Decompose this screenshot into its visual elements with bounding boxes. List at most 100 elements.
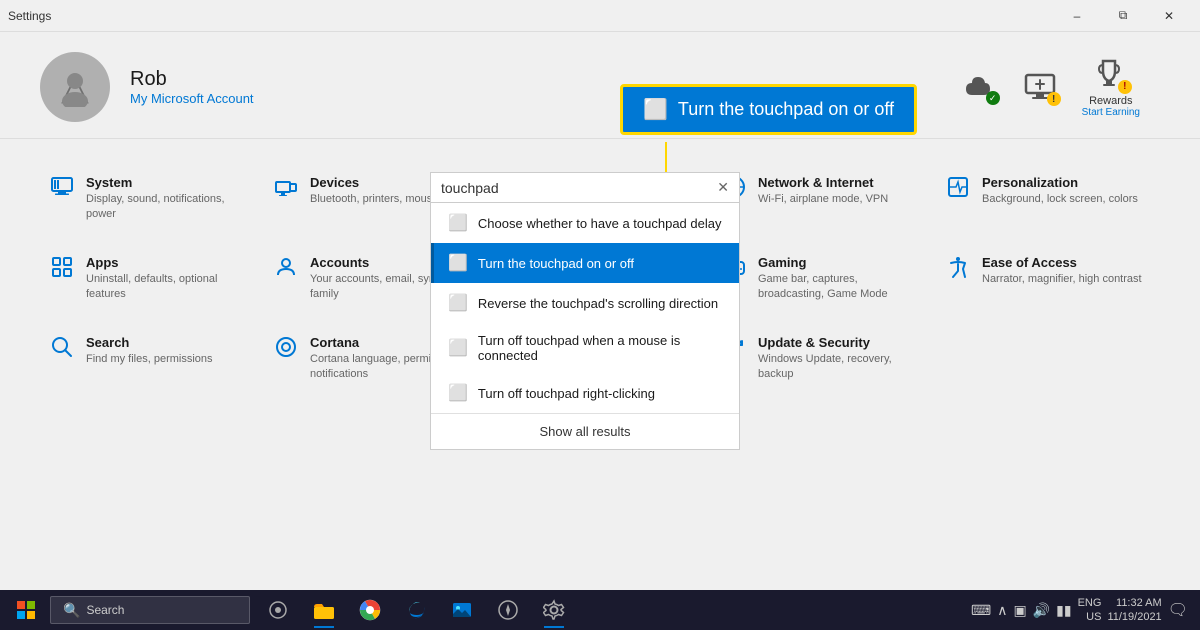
pc-alert-badge: !	[1047, 92, 1061, 106]
grid-subtitle-personalization: Background, lock screen, colors	[982, 192, 1138, 207]
grid-item-apps[interactable]: Apps Uninstall, defaults, optional featu…	[40, 239, 264, 319]
result-text-1: Choose whether to have a touchpad delay	[478, 216, 725, 231]
callout-text: Turn the touchpad on or off	[678, 99, 894, 120]
settings-header: △ Rob My Microsoft Account ✓	[0, 32, 1200, 139]
callout-touchpad-icon: ⬜	[643, 97, 668, 122]
search-icon	[50, 335, 74, 365]
taskbar-battery-icon[interactable]: ▮▮	[1056, 602, 1071, 619]
grid-item-personalization[interactable]: Personalization Background, lock screen,…	[936, 159, 1160, 239]
title-bar-controls: – ⧉ ✕	[1054, 0, 1192, 32]
grid-subtitle-devices: Bluetooth, printers, mouse	[310, 192, 438, 207]
grid-title-personalization: Personalization	[982, 175, 1138, 190]
taskbar-settings-button[interactable]	[532, 590, 576, 630]
close-button[interactable]: ✕	[1146, 0, 1192, 32]
grid-item-gaming[interactable]: Gaming Game bar, captures, broadcasting,…	[712, 239, 936, 319]
result-text-5: Turn off touchpad right-clicking	[478, 386, 725, 401]
start-button[interactable]	[4, 590, 48, 630]
grid-subtitle-gaming: Game bar, captures, broadcasting, Game M…	[758, 272, 926, 303]
result-touchpad-icon-2: ⬜	[448, 253, 468, 273]
user-name: Rob	[130, 68, 254, 91]
search-result-item-3[interactable]: ⬜ Reverse the touchpad's scrolling direc…	[431, 283, 739, 323]
grid-title-devices: Devices	[310, 175, 438, 190]
taskbar-tablet-icon[interactable]: ▣	[1014, 602, 1027, 619]
grid-text-personalization: Personalization Background, lock screen,…	[982, 175, 1138, 207]
grid-title-search: Search	[86, 335, 213, 350]
apps-icon	[50, 255, 74, 285]
taskbar-taskview-button[interactable]	[256, 590, 300, 630]
taskbar-explorer-button[interactable]	[302, 590, 346, 630]
result-touchpad-icon-5: ⬜	[448, 383, 468, 403]
taskbar-search[interactable]: 🔍 Search	[50, 596, 250, 624]
grid-item-update[interactable]: Update & Security Windows Update, recove…	[712, 319, 936, 399]
user-info: Rob My Microsoft Account	[130, 68, 254, 106]
pc-icon-item[interactable]: !	[1022, 69, 1058, 105]
grid-item-network[interactable]: Network & Internet Wi-Fi, airplane mode,…	[712, 159, 936, 239]
grid-title-gaming: Gaming	[758, 255, 926, 270]
grid-subtitle-system: Display, sound, notifications, power	[86, 192, 254, 223]
title-bar: Settings – ⧉ ✕	[0, 0, 1200, 32]
taskbar-notification-icon[interactable]: 🗨	[1168, 600, 1188, 620]
grid-text-update: Update & Security Windows Update, recove…	[758, 335, 926, 383]
grid-text-network: Network & Internet Wi-Fi, airplane mode,…	[758, 175, 888, 207]
search-result-item-active[interactable]: ⬜ Turn the touchpad on or off	[431, 243, 739, 283]
taskbar-chevron-icon[interactable]: ∧	[997, 602, 1007, 619]
search-result-item[interactable]: ⬜ Choose whether to have a touchpad dela…	[431, 203, 739, 243]
pc-icon-wrap: !	[1022, 69, 1058, 105]
search-clear-button[interactable]: ✕	[717, 179, 729, 196]
restore-button[interactable]: ⧉	[1100, 0, 1146, 32]
result-touchpad-icon-3: ⬜	[448, 293, 468, 313]
grid-text-system: System Display, sound, notifications, po…	[86, 175, 254, 223]
taskbar-search-text: Search	[86, 603, 124, 617]
taskbar-photos-button[interactable]	[440, 590, 484, 630]
search-input[interactable]: touchpad	[441, 180, 717, 196]
grid-text-search: Search Find my files, permissions	[86, 335, 213, 367]
explorer-icon	[313, 600, 335, 620]
windows-logo-icon	[17, 601, 35, 619]
search-results-dropdown: ⬜ Choose whether to have a touchpad dela…	[430, 203, 740, 450]
taskbar-clock[interactable]: 11:32 AM 11/19/2021	[1107, 596, 1161, 625]
edge-icon	[405, 599, 427, 621]
taskbar-apps	[256, 590, 576, 630]
taskbar-keyboard-icon[interactable]: ⌨	[971, 602, 991, 619]
grid-text-ease: Ease of Access Narrator, magnifier, high…	[982, 255, 1142, 287]
taskbar-edge-button[interactable]	[394, 590, 438, 630]
grid-text-gaming: Gaming Game bar, captures, broadcasting,…	[758, 255, 926, 303]
result-text-2: Turn the touchpad on or off	[478, 256, 725, 271]
taskbar-right: ⌨ ∧ ▣ 🔊 ▮▮ ENG US 11:32 AM 11/19/2021 🗨	[971, 596, 1196, 625]
grid-item-system[interactable]: System Display, sound, notifications, po…	[40, 159, 264, 239]
search-input-wrap[interactable]: touchpad ✕	[430, 172, 740, 203]
personalization-icon	[946, 175, 970, 205]
grid-text-apps: Apps Uninstall, defaults, optional featu…	[86, 255, 254, 303]
rewards-label: Rewards Start Earning	[1082, 95, 1140, 118]
taskbar-chrome-button[interactable]	[348, 590, 392, 630]
cloud-check-badge: ✓	[986, 91, 1000, 105]
devices-icon	[274, 175, 298, 205]
grid-subtitle-apps: Uninstall, defaults, optional features	[86, 272, 254, 303]
result-text-4: Turn off touchpad when a mouse is connec…	[478, 333, 725, 363]
taskbar-volume-icon[interactable]: 🔊	[1033, 602, 1050, 619]
show-all-results-button[interactable]: Show all results	[431, 414, 739, 449]
grid-text-devices: Devices Bluetooth, printers, mouse	[310, 175, 438, 207]
grid-subtitle-search: Find my files, permissions	[86, 352, 213, 367]
search-result-item-5[interactable]: ⬜ Turn off touchpad right-clicking	[431, 373, 739, 413]
grid-subtitle-update: Windows Update, recovery, backup	[758, 352, 926, 383]
ms-account-link[interactable]: My Microsoft Account	[130, 91, 254, 106]
result-touchpad-icon-4: ⬜	[448, 338, 468, 358]
ease-of-access-icon	[946, 255, 970, 285]
cloud-icon-wrap: ✓	[962, 69, 998, 105]
grid-item-ease-of-access[interactable]: Ease of Access Narrator, magnifier, high…	[936, 239, 1160, 319]
taskbar: 🔍 Search	[0, 590, 1200, 630]
rewards-icon-wrap: !	[1093, 57, 1129, 93]
cloud-sync-icon-item[interactable]: ✓	[962, 69, 998, 105]
grid-title-apps: Apps	[86, 255, 254, 270]
grid-title-system: System	[86, 175, 254, 190]
header-icons: ✓ !	[962, 57, 1160, 118]
rewards-icon-item[interactable]: ! Rewards Start Earning	[1082, 57, 1140, 118]
grid-subtitle-ease: Narrator, magnifier, high contrast	[982, 272, 1142, 287]
grid-subtitle-network: Wi-Fi, airplane mode, VPN	[758, 192, 888, 207]
taskbar-pen-button[interactable]	[486, 590, 530, 630]
search-result-item-4[interactable]: ⬜ Turn off touchpad when a mouse is conn…	[431, 323, 739, 373]
grid-item-search[interactable]: Search Find my files, permissions	[40, 319, 264, 399]
minimize-button[interactable]: –	[1054, 0, 1100, 32]
chrome-icon	[359, 599, 381, 621]
